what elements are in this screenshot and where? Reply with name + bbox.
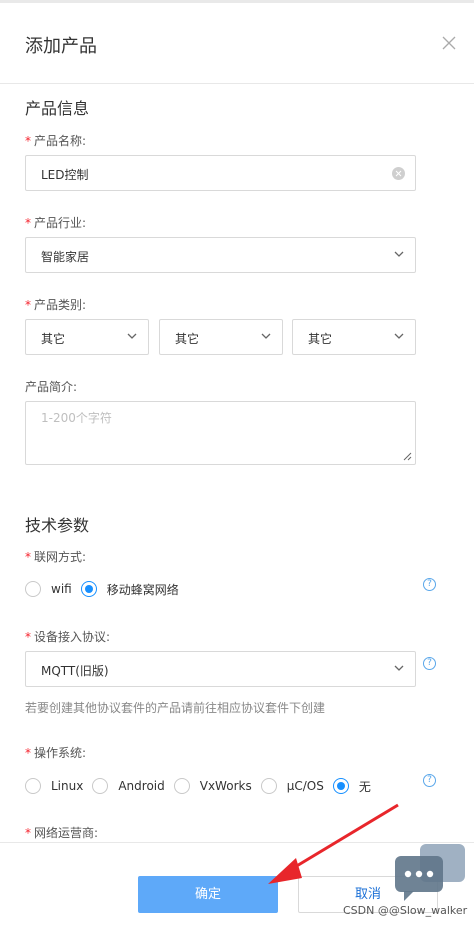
radio-linux-label: Linux bbox=[51, 779, 84, 793]
network-mode-radio-group: wifi 移动蜂窝网络 bbox=[25, 581, 188, 597]
product-intro-placeholder: 1-200个字符 bbox=[41, 411, 112, 425]
os-label: * 操作系统: bbox=[25, 746, 87, 760]
dialog-title: 添加产品 bbox=[25, 36, 97, 57]
product-industry-label: * 产品行业: bbox=[25, 216, 87, 230]
section-tech-params: 技术参数 bbox=[25, 516, 90, 535]
section-product-info: 产品信息 bbox=[25, 99, 90, 118]
confirm-button[interactable]: 确定 bbox=[138, 876, 278, 913]
chevron-down-icon bbox=[394, 333, 404, 343]
radio-none-label: 无 bbox=[358, 779, 371, 794]
protocol-value: MQTT(旧版) bbox=[41, 664, 109, 678]
help-icon[interactable]: ? bbox=[423, 774, 436, 787]
close-icon[interactable] bbox=[441, 35, 457, 51]
resize-handle-icon[interactable] bbox=[403, 452, 412, 461]
help-icon[interactable]: ? bbox=[423, 578, 436, 591]
product-category-label: * 产品类别: bbox=[25, 298, 87, 312]
required-marker: * bbox=[25, 216, 31, 230]
required-marker: * bbox=[25, 550, 31, 564]
required-marker: * bbox=[25, 746, 31, 760]
protocol-label: * 设备接入协议: bbox=[25, 630, 111, 644]
category-value: 其它 bbox=[175, 332, 200, 346]
chevron-down-icon bbox=[394, 251, 404, 261]
radio-wifi-label: wifi bbox=[51, 582, 72, 596]
product-name-label: * 产品名称: bbox=[25, 134, 87, 148]
radio-vxworks-label: VxWorks bbox=[199, 779, 252, 793]
radio-ucos-label: μC/OS bbox=[286, 779, 324, 793]
product-name-input[interactable]: LED控制 bbox=[25, 155, 416, 191]
required-marker: * bbox=[25, 134, 31, 148]
radio-linux[interactable] bbox=[25, 778, 41, 794]
watermark-text: CSDN @@Slow_walker bbox=[343, 904, 468, 917]
required-marker: * bbox=[25, 630, 31, 644]
clear-icon[interactable] bbox=[392, 167, 405, 180]
product-industry-select[interactable]: 智能家居 bbox=[25, 237, 416, 273]
chevron-down-icon bbox=[127, 333, 137, 343]
category-value: 其它 bbox=[41, 332, 66, 346]
category-select-2[interactable]: 其它 bbox=[159, 319, 283, 355]
radio-cellular-label: 移动蜂窝网络 bbox=[106, 582, 179, 597]
radio-android[interactable] bbox=[92, 778, 109, 794]
radio-vxworks[interactable] bbox=[173, 778, 190, 794]
radio-ucos[interactable] bbox=[260, 778, 277, 794]
radio-none[interactable] bbox=[332, 778, 349, 794]
radio-wifi[interactable] bbox=[25, 581, 41, 597]
help-icon[interactable]: ? bbox=[423, 657, 436, 670]
network-mode-label: * 联网方式: bbox=[25, 550, 87, 564]
required-marker: * bbox=[25, 826, 31, 840]
product-intro-textarea[interactable]: 1-200个字符 bbox=[25, 401, 416, 465]
protocol-hint: 若要创建其他协议套件的产品请前往相应协议套件下创建 bbox=[25, 701, 326, 715]
radio-android-label: Android bbox=[118, 779, 165, 793]
category-select-3[interactable]: 其它 bbox=[292, 319, 416, 355]
category-value: 其它 bbox=[308, 332, 333, 346]
os-radio-group: Linux Android VxWorks μC/OS 无 bbox=[25, 778, 380, 794]
category-select-1[interactable]: 其它 bbox=[25, 319, 149, 355]
protocol-select[interactable]: MQTT(旧版) bbox=[25, 651, 416, 687]
product-name-value: LED控制 bbox=[41, 168, 89, 182]
carrier-label: * 网络运营商: bbox=[25, 826, 99, 840]
required-marker: * bbox=[25, 298, 31, 312]
product-industry-value: 智能家居 bbox=[41, 250, 90, 264]
chat-bubble-icon bbox=[395, 844, 465, 901]
chevron-down-icon bbox=[261, 333, 271, 343]
radio-cellular[interactable] bbox=[80, 581, 97, 597]
dialog-header: 添加产品 bbox=[0, 3, 474, 84]
product-intro-label: 产品简介: bbox=[25, 380, 78, 394]
chevron-down-icon bbox=[394, 665, 404, 675]
